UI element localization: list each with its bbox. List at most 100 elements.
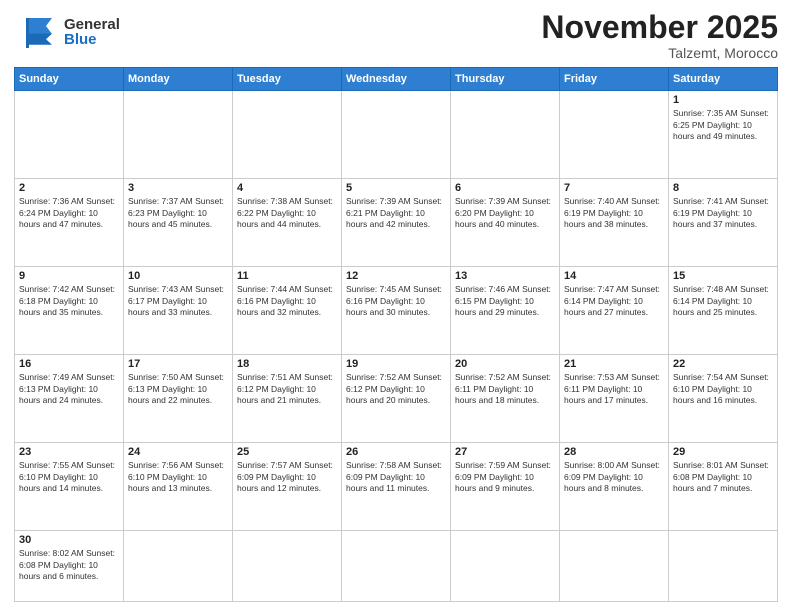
day-number: 19 — [346, 358, 446, 370]
table-row: 3 Sunrise: 7:37 AM Sunset: 6:23 PM Daylig… — [124, 179, 233, 267]
day-info: Sunrise: 8:01 AM Sunset: 6:08 PM Dayligh… — [673, 460, 773, 494]
day-info: Sunrise: 7:37 AM Sunset: 6:23 PM Dayligh… — [128, 196, 228, 230]
logo-icon — [14, 14, 58, 50]
day-info: Sunrise: 7:51 AM Sunset: 6:12 PM Dayligh… — [237, 372, 337, 406]
table-row — [451, 91, 560, 179]
day-info: Sunrise: 7:57 AM Sunset: 6:09 PM Dayligh… — [237, 460, 337, 494]
day-number: 22 — [673, 358, 773, 370]
calendar-week-row: 16 Sunrise: 7:49 AM Sunset: 6:13 PM Dayli… — [15, 355, 778, 443]
table-row — [124, 531, 233, 602]
day-number: 15 — [673, 270, 773, 282]
day-number: 9 — [19, 270, 119, 282]
day-info: Sunrise: 7:47 AM Sunset: 6:14 PM Dayligh… — [564, 284, 664, 318]
table-row: 8Sunrise: 7:41 AM Sunset: 6:19 PM Daylig… — [669, 179, 778, 267]
table-row — [560, 91, 669, 179]
day-info: Sunrise: 7:49 AM Sunset: 6:13 PM Dayligh… — [19, 372, 119, 406]
table-row — [342, 91, 451, 179]
day-number: 26 — [346, 446, 446, 458]
day-info: Sunrise: 7:35 AM Sunset: 6:25 PM Dayligh… — [673, 108, 773, 142]
calendar-table: Sunday Monday Tuesday Wednesday Thursday… — [14, 67, 778, 602]
table-row: 16 Sunrise: 7:49 AM Sunset: 6:13 PM Dayli… — [15, 355, 124, 443]
table-row: 23Sunrise: 7:55 AM Sunset: 6:10 PM Dayli… — [15, 443, 124, 531]
day-info: Sunrise: 7:52 AM Sunset: 6:11 PM Dayligh… — [455, 372, 555, 406]
day-info: Sunrise: 7:40 AM Sunset: 6:19 PM Dayligh… — [564, 196, 664, 230]
table-row: 6Sunrise: 7:39 AM Sunset: 6:20 PM Daylig… — [451, 179, 560, 267]
day-number: 20 — [455, 358, 555, 370]
day-number: 14 — [564, 270, 664, 282]
calendar-header-row: Sunday Monday Tuesday Wednesday Thursday… — [15, 68, 778, 91]
calendar-week-row: 23Sunrise: 7:55 AM Sunset: 6:10 PM Dayli… — [15, 443, 778, 531]
table-row: 21Sunrise: 7:53 AM Sunset: 6:11 PM Dayli… — [560, 355, 669, 443]
day-info: Sunrise: 7:53 AM Sunset: 6:11 PM Dayligh… — [564, 372, 664, 406]
day-number: 10 — [128, 270, 228, 282]
day-info: Sunrise: 8:00 AM Sunset: 6:09 PM Dayligh… — [564, 460, 664, 494]
day-info: Sunrise: 7:50 AM Sunset: 6:13 PM Dayligh… — [128, 372, 228, 406]
day-info: Sunrise: 7:36 AM Sunset: 6:24 PM Dayligh… — [19, 196, 119, 230]
logo-blue: Blue — [64, 32, 120, 47]
day-number: 30 — [19, 534, 119, 546]
day-number: 5 — [346, 182, 446, 194]
table-row: 2 Sunrise: 7:36 AM Sunset: 6:24 PM Daylig… — [15, 179, 124, 267]
table-row: 14 Sunrise: 7:47 AM Sunset: 6:14 PM Dayli… — [560, 267, 669, 355]
col-saturday: Saturday — [669, 68, 778, 91]
day-info: Sunrise: 7:59 AM Sunset: 6:09 PM Dayligh… — [455, 460, 555, 494]
subtitle: Talzemt, Morocco — [541, 45, 778, 61]
calendar-week-row: 1 Sunrise: 7:35 AM Sunset: 6:25 PM Daylig… — [15, 91, 778, 179]
table-row: 18 Sunrise: 7:51 AM Sunset: 6:12 PM Dayli… — [233, 355, 342, 443]
header: General Blue November 2025 Talzemt, Moro… — [14, 10, 778, 61]
day-number: 6 — [455, 182, 555, 194]
day-number: 4 — [237, 182, 337, 194]
day-number: 1 — [673, 94, 773, 106]
logo-general: General — [64, 17, 120, 32]
day-number: 27 — [455, 446, 555, 458]
table-row: 22Sunrise: 7:54 AM Sunset: 6:10 PM Dayli… — [669, 355, 778, 443]
month-title: November 2025 — [541, 10, 778, 45]
day-number: 25 — [237, 446, 337, 458]
col-monday: Monday — [124, 68, 233, 91]
day-info: Sunrise: 7:45 AM Sunset: 6:16 PM Dayligh… — [346, 284, 446, 318]
day-info: Sunrise: 7:58 AM Sunset: 6:09 PM Dayligh… — [346, 460, 446, 494]
col-tuesday: Tuesday — [233, 68, 342, 91]
day-info: Sunrise: 7:56 AM Sunset: 6:10 PM Dayligh… — [128, 460, 228, 494]
day-info: Sunrise: 7:42 AM Sunset: 6:18 PM Dayligh… — [19, 284, 119, 318]
day-number: 3 — [128, 182, 228, 194]
day-info: Sunrise: 7:39 AM Sunset: 6:21 PM Dayligh… — [346, 196, 446, 230]
day-number: 2 — [19, 182, 119, 194]
page: General Blue November 2025 Talzemt, Moro… — [0, 0, 792, 612]
table-row: 11Sunrise: 7:44 AM Sunset: 6:16 PM Dayli… — [233, 267, 342, 355]
day-info: Sunrise: 8:02 AM Sunset: 6:08 PM Dayligh… — [19, 548, 119, 582]
table-row: 15Sunrise: 7:48 AM Sunset: 6:14 PM Dayli… — [669, 267, 778, 355]
day-info: Sunrise: 7:38 AM Sunset: 6:22 PM Dayligh… — [237, 196, 337, 230]
col-friday: Friday — [560, 68, 669, 91]
table-row — [451, 531, 560, 602]
table-row: 17Sunrise: 7:50 AM Sunset: 6:13 PM Dayli… — [124, 355, 233, 443]
table-row: 4 Sunrise: 7:38 AM Sunset: 6:22 PM Daylig… — [233, 179, 342, 267]
day-info: Sunrise: 7:52 AM Sunset: 6:12 PM Dayligh… — [346, 372, 446, 406]
day-info: Sunrise: 7:46 AM Sunset: 6:15 PM Dayligh… — [455, 284, 555, 318]
day-number: 23 — [19, 446, 119, 458]
table-row: 10 Sunrise: 7:43 AM Sunset: 6:17 PM Dayli… — [124, 267, 233, 355]
calendar-week-row: 9 Sunrise: 7:42 AM Sunset: 6:18 PM Daylig… — [15, 267, 778, 355]
table-row: 30 Sunrise: 8:02 AM Sunset: 6:08 PM Dayli… — [15, 531, 124, 602]
table-row — [124, 91, 233, 179]
day-number: 18 — [237, 358, 337, 370]
table-row: 25 Sunrise: 7:57 AM Sunset: 6:09 PM Dayli… — [233, 443, 342, 531]
col-wednesday: Wednesday — [342, 68, 451, 91]
col-thursday: Thursday — [451, 68, 560, 91]
table-row — [15, 91, 124, 179]
table-row — [669, 531, 778, 602]
table-row: 27 Sunrise: 7:59 AM Sunset: 6:09 PM Dayli… — [451, 443, 560, 531]
logo-text: General Blue — [64, 17, 120, 47]
day-number: 29 — [673, 446, 773, 458]
table-row: 29 Sunrise: 8:01 AM Sunset: 6:08 PM Dayli… — [669, 443, 778, 531]
day-number: 16 — [19, 358, 119, 370]
day-number: 12 — [346, 270, 446, 282]
title-block: November 2025 Talzemt, Morocco — [541, 10, 778, 61]
table-row — [342, 531, 451, 602]
day-number: 11 — [237, 270, 337, 282]
day-info: Sunrise: 7:43 AM Sunset: 6:17 PM Dayligh… — [128, 284, 228, 318]
table-row: 1 Sunrise: 7:35 AM Sunset: 6:25 PM Daylig… — [669, 91, 778, 179]
table-row: 19 Sunrise: 7:52 AM Sunset: 6:12 PM Dayli… — [342, 355, 451, 443]
table-row — [560, 531, 669, 602]
table-row: 26 Sunrise: 7:58 AM Sunset: 6:09 PM Dayli… — [342, 443, 451, 531]
